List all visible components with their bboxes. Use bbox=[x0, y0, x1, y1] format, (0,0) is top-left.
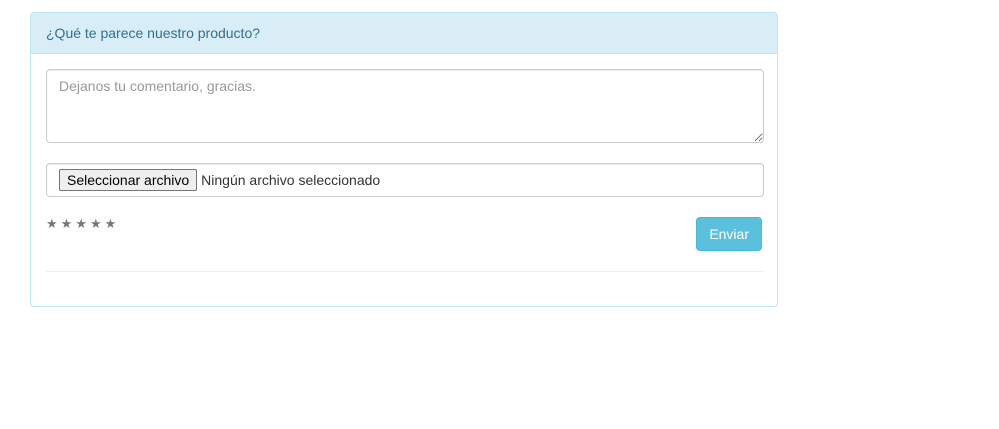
panel-title: ¿Qué te parece nuestro producto? bbox=[46, 25, 261, 41]
divider bbox=[46, 271, 764, 272]
feedback-panel: ¿Qué te parece nuestro producto? Selecci… bbox=[30, 12, 778, 307]
file-input[interactable]: Seleccionar archivo Ningún archivo selec… bbox=[46, 163, 764, 197]
panel-heading: ¿Qué te parece nuestro producto? bbox=[31, 13, 777, 54]
file-status-text: Ningún archivo seleccionado bbox=[201, 172, 381, 188]
send-button[interactable]: Enviar bbox=[696, 217, 762, 251]
star-icon-3[interactable]: ★ bbox=[75, 217, 87, 233]
star-icon-2[interactable]: ★ bbox=[61, 217, 73, 233]
star-rating: ★ ★ ★ ★ ★ bbox=[46, 217, 116, 233]
actions-row: ★ ★ ★ ★ ★ Enviar bbox=[46, 217, 762, 251]
star-icon-1[interactable]: ★ bbox=[46, 217, 58, 233]
panel-body: Seleccionar archivo Ningún archivo selec… bbox=[31, 54, 777, 287]
star-icon-4[interactable]: ★ bbox=[90, 217, 102, 233]
choose-file-button[interactable]: Seleccionar archivo bbox=[59, 169, 198, 191]
star-icon-5[interactable]: ★ bbox=[105, 217, 117, 233]
comment-textarea[interactable] bbox=[46, 69, 764, 143]
